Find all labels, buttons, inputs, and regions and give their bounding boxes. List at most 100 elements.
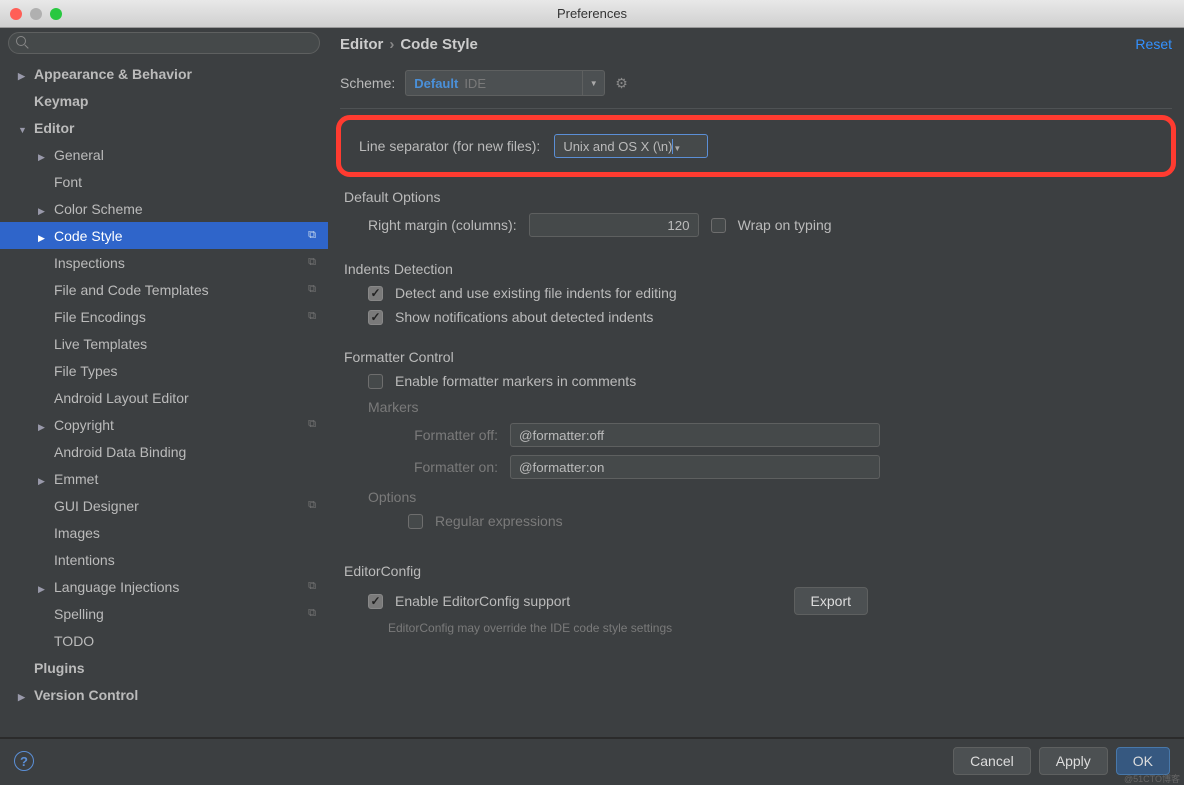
help-icon[interactable]: ?: [14, 751, 34, 771]
close-icon[interactable]: [10, 8, 22, 20]
apply-button[interactable]: Apply: [1039, 747, 1108, 775]
sidebar-item-todo[interactable]: TODO: [0, 627, 328, 654]
sidebar-item-label: Intentions: [54, 552, 115, 568]
editorconfig-checkbox[interactable]: [368, 594, 383, 609]
window-title: Preferences: [0, 6, 1184, 21]
sidebar-item-android-layout-editor[interactable]: Android Layout Editor: [0, 384, 328, 411]
sidebar-item-inspections[interactable]: Inspections⧉: [0, 249, 328, 276]
sidebar-item-spelling[interactable]: Spelling⧉: [0, 600, 328, 627]
sidebar-item-label: Code Style: [54, 228, 122, 244]
chevron-right-icon: [18, 66, 34, 82]
reset-link[interactable]: Reset: [1135, 36, 1172, 52]
profile-icon: ⧉: [308, 310, 316, 323]
section-editorconfig: EditorConfig: [328, 557, 1184, 583]
profile-icon: ⧉: [308, 418, 316, 431]
line-sep-dropdown[interactable]: Unix and OS X (\n): [554, 134, 708, 158]
sidebar-item-file-and-code-templates[interactable]: File and Code Templates⧉: [0, 276, 328, 303]
minimize-icon[interactable]: [30, 8, 42, 20]
sidebar-item-color-scheme[interactable]: Color Scheme: [0, 195, 328, 222]
sidebar: Appearance & Behavior Keymap Editor General…: [0, 28, 328, 726]
sidebar-item-gui-designer[interactable]: GUI Designer⧉: [0, 492, 328, 519]
regex-label: Regular expressions: [435, 513, 563, 529]
notify-indents-label: Show notifications about detected indent…: [395, 309, 653, 325]
sidebar-item-appearance-behavior[interactable]: Appearance & Behavior: [0, 60, 328, 87]
formatter-off-label: Formatter off:: [388, 427, 498, 443]
enable-formatter-label: Enable formatter markers in comments: [395, 373, 636, 389]
sidebar-item-android-data-binding[interactable]: Android Data Binding: [0, 438, 328, 465]
watermark: @51CTO博客: [1124, 772, 1180, 785]
chevron-right-icon: [38, 579, 54, 595]
sidebar-item-version-control[interactable]: Version Control: [0, 681, 328, 708]
sidebar-item-label: Copyright: [54, 417, 114, 433]
sidebar-item-copyright[interactable]: Copyright ⧉: [0, 411, 328, 438]
settings-tree: Appearance & Behavior Keymap Editor General…: [0, 60, 328, 726]
scheme-label: Scheme:: [340, 75, 395, 91]
editorconfig-label: Enable EditorConfig support: [395, 593, 570, 609]
cancel-button[interactable]: Cancel: [953, 747, 1031, 775]
sidebar-item-live-templates[interactable]: Live Templates: [0, 330, 328, 357]
notify-indents-checkbox[interactable]: [368, 310, 383, 325]
line-sep-label: Line separator (for new files):: [359, 138, 540, 154]
wrap-on-typing-label: Wrap on typing: [738, 217, 832, 233]
regex-checkbox[interactable]: [408, 514, 423, 529]
sidebar-item-language-injections[interactable]: Language Injections⧉: [0, 573, 328, 600]
sidebar-item-font[interactable]: Font: [0, 168, 328, 195]
options-label: Options: [328, 483, 1184, 509]
sidebar-item-emmet[interactable]: Emmet: [0, 465, 328, 492]
ok-button[interactable]: OK: [1116, 747, 1170, 775]
wrap-on-typing-checkbox[interactable]: [711, 218, 726, 233]
sidebar-item-label: Version Control: [34, 687, 138, 703]
formatter-on-input[interactable]: [510, 455, 880, 479]
footer: ? Cancel Apply OK: [0, 737, 1184, 783]
sidebar-item-label: Android Data Binding: [54, 444, 186, 460]
editorconfig-hint: EditorConfig may override the IDE code s…: [328, 619, 1184, 635]
formatter-off-input[interactable]: [510, 423, 880, 447]
sidebar-item-file-types[interactable]: File Types: [0, 357, 328, 384]
chevron-right-icon: [38, 201, 54, 217]
scheme-dropdown[interactable]: Default IDE: [405, 70, 605, 96]
section-indents: Indents Detection: [328, 255, 1184, 281]
highlight-box: Line separator (for new files): Unix and…: [336, 115, 1176, 177]
maximize-icon[interactable]: [50, 8, 62, 20]
chevron-down-icon: [18, 120, 34, 136]
detect-indents-checkbox[interactable]: [368, 286, 383, 301]
enable-formatter-checkbox[interactable]: [368, 374, 383, 389]
sidebar-item-label: File and Code Templates: [54, 282, 209, 298]
sidebar-item-keymap[interactable]: Keymap: [0, 87, 328, 114]
breadcrumb-leaf: Code Style: [400, 36, 478, 53]
sidebar-item-label: Editor: [34, 120, 74, 136]
sidebar-item-label: File Encodings: [54, 309, 146, 325]
titlebar: Preferences: [0, 0, 1184, 28]
sidebar-item-images[interactable]: Images: [0, 519, 328, 546]
sidebar-item-label: Color Scheme: [54, 201, 143, 217]
right-margin-input[interactable]: [529, 213, 699, 237]
sidebar-item-file-encodings[interactable]: File Encodings ⧉: [0, 303, 328, 330]
sidebar-item-label: Appearance & Behavior: [34, 66, 192, 82]
section-default-options: Default Options: [328, 183, 1184, 209]
search-input[interactable]: [8, 32, 320, 54]
sidebar-item-label: Inspections: [54, 255, 125, 271]
sidebar-item-editor[interactable]: Editor: [0, 114, 328, 141]
sidebar-item-label: Plugins: [34, 660, 85, 676]
breadcrumb-sep: ›: [389, 36, 394, 53]
sidebar-item-label: Android Layout Editor: [54, 390, 189, 406]
profile-icon: ⧉: [308, 580, 316, 593]
sidebar-item-label: Live Templates: [54, 336, 147, 352]
markers-label: Markers: [328, 393, 1184, 419]
sidebar-item-code-style[interactable]: Code Style⧉: [0, 222, 328, 249]
sidebar-item-intentions[interactable]: Intentions: [0, 546, 328, 573]
gear-icon[interactable]: ⚙: [615, 75, 628, 92]
breadcrumb-root[interactable]: Editor: [340, 36, 383, 53]
sidebar-item-label: Emmet: [54, 471, 98, 487]
export-button[interactable]: Export: [794, 587, 868, 615]
sidebar-item-label: Font: [54, 174, 82, 190]
sidebar-item-label: File Types: [54, 363, 118, 379]
scheme-tag: IDE: [464, 76, 486, 91]
sidebar-item-plugins[interactable]: Plugins: [0, 654, 328, 681]
sidebar-item-general[interactable]: General: [0, 141, 328, 168]
window-controls: [10, 8, 62, 20]
chevron-down-icon: [582, 71, 604, 95]
sidebar-item-label: GUI Designer: [54, 498, 139, 514]
right-margin-label: Right margin (columns):: [368, 217, 517, 233]
chevron-right-icon: [38, 471, 54, 487]
